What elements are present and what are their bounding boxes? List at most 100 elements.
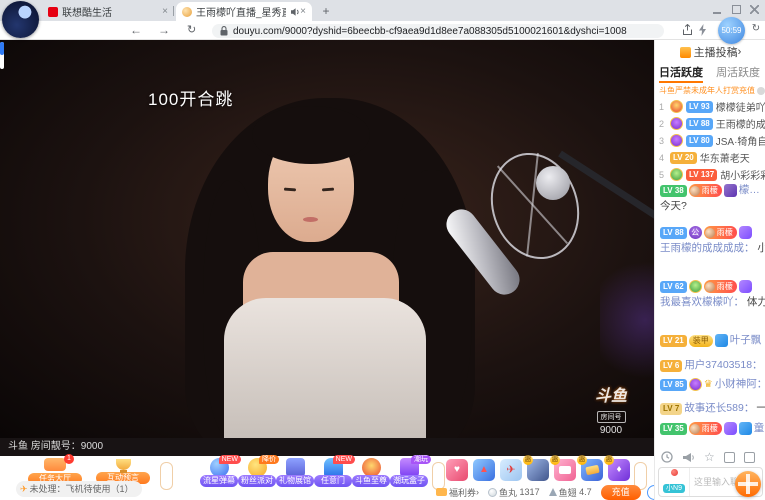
reload-icon[interactable] xyxy=(187,21,196,40)
crown-trinket-icon xyxy=(704,377,713,392)
fan-badge: 雨檬 xyxy=(704,280,737,293)
entry-meteor-danmu[interactable]: 流星弹幕 NEW xyxy=(200,458,238,487)
url-input[interactable]: douyu.com/9000?dyshid=6beecbb-cf9aea9d1d… xyxy=(212,24,664,38)
speaker-icon[interactable] xyxy=(290,7,300,17)
entry-trend-box[interactable]: 潮玩盒子 潮玩 xyxy=(390,458,428,487)
screenshot-icon[interactable] xyxy=(724,452,735,463)
new-tab-button[interactable]: + xyxy=(318,3,334,19)
rank-username[interactable]: 胡小彩彩彩 xyxy=(720,167,765,182)
yuwan-icon xyxy=(488,488,497,497)
sync-icon[interactable] xyxy=(749,22,763,36)
level-badge: LV 85 xyxy=(660,379,687,391)
maximize-icon[interactable] xyxy=(732,5,741,14)
tab-lenovo[interactable]: 联想酷生活 × xyxy=(42,2,174,21)
forward-icon[interactable] xyxy=(158,21,170,40)
noble-icon xyxy=(724,184,737,197)
douyu-watermark: 斗鱼 房间号 9000 xyxy=(578,382,644,436)
discount-corner-badge: 惠 xyxy=(523,455,533,465)
star-icon[interactable] xyxy=(704,448,715,466)
level-badge: LV 80 xyxy=(686,135,713,147)
avatar xyxy=(705,228,715,238)
entry-douyu-supreme[interactable]: 斗鱼至尊 xyxy=(352,458,390,487)
rank-username[interactable]: 王雨檬的成成 xyxy=(716,116,765,131)
rank-row[interactable]: 1 LV 93 檬檬徒弟吖 xyxy=(659,98,765,115)
horn-icon[interactable] xyxy=(682,452,695,463)
chat-username[interactable]: 用户37403518： xyxy=(684,358,762,373)
discount-corner-badge: 惠 xyxy=(550,455,560,465)
tab-close-icon[interactable]: × xyxy=(300,6,306,17)
window-close-icon[interactable] xyxy=(750,5,759,14)
gift-ticket-icon[interactable]: 惠 xyxy=(581,459,603,481)
discount-badge: 降价 xyxy=(259,455,279,464)
discount-corner-badge: 惠 xyxy=(604,455,614,465)
share-icon[interactable] xyxy=(682,24,693,36)
rank-row[interactable]: 4 LV 20 华东萧老天 xyxy=(659,149,765,166)
chat-username[interactable]: 叶子飘 xyxy=(730,333,762,348)
chat-username[interactable]: 小财神阿： xyxy=(715,377,765,392)
trophy-icon xyxy=(116,459,131,470)
pending-note[interactable]: 未处理：飞机待使用（1） xyxy=(16,481,142,497)
gift-trend-icon[interactable]: 惠 xyxy=(608,459,630,481)
level-badge: LV 20 xyxy=(670,152,697,164)
chat-message: LV 7 故事还长589： 一会儿… xyxy=(660,400,765,417)
back-icon[interactable] xyxy=(130,21,142,40)
coupon-entry[interactable]: 福利券› xyxy=(436,486,479,499)
scrollbar-handle[interactable] xyxy=(0,42,4,69)
task-badge: 1 xyxy=(64,454,74,464)
gift-envelope-icon[interactable]: 惠 xyxy=(554,459,576,481)
activity-float-icon[interactable] xyxy=(735,471,761,497)
gift-ship-icon[interactable]: 惠 xyxy=(527,459,549,481)
info-icon[interactable] xyxy=(757,87,765,95)
rank-row[interactable]: 3 LV 80 JSA·犄角自 xyxy=(659,132,765,149)
minimize-icon[interactable] xyxy=(713,11,721,14)
yuchi-icon xyxy=(549,488,557,496)
entry-gift-gallery[interactable]: 礼物展馆 xyxy=(276,458,314,487)
gift-plane-icon[interactable] xyxy=(500,459,522,481)
chat-message: LV 38 雨檬 檬… 今天? xyxy=(660,182,765,214)
level-badge: LV 93 xyxy=(686,101,713,113)
chat-username[interactable]: 故事还长589： xyxy=(684,401,754,416)
chat-username[interactable]: 童… xyxy=(754,421,765,436)
collapse-pill[interactable] xyxy=(160,462,173,490)
chat-text: 体力局? xyxy=(747,296,765,308)
recharge-button[interactable]: 充值 xyxy=(601,485,641,500)
tab-weekly-rank[interactable]: 周活跃度 xyxy=(716,64,760,80)
contribute-entry[interactable]: 主播投稿 › xyxy=(655,44,765,60)
level-badge: LV 38 xyxy=(660,185,687,197)
lightning-icon[interactable] xyxy=(698,24,707,36)
chat-text: 一会儿… xyxy=(756,401,765,416)
my-fan-badge[interactable]: 小N9 xyxy=(659,468,690,496)
rank-row[interactable]: 5 LV 137 胡小彩彩彩 xyxy=(659,166,765,183)
chat-username[interactable]: 王雨檬的成成成成： xyxy=(660,242,755,254)
level-badge: LV 21 xyxy=(660,335,687,347)
entry-fans-party[interactable]: 粉丝派对 降价 xyxy=(238,458,276,487)
chat-message: LV 88 公 雨檬 王雨檬的成成成成： 小结巴了 xyxy=(660,224,765,256)
gift-anime-icon[interactable] xyxy=(446,459,468,481)
rank-username[interactable]: 檬檬徒弟吖 xyxy=(716,99,765,114)
lenovo-favicon-icon xyxy=(48,7,58,17)
chat-text: 小结巴了 xyxy=(757,242,765,254)
room-id-bar: 斗鱼 房间靓号：9000 xyxy=(0,438,654,456)
streamer-photo xyxy=(0,40,654,438)
rank-username[interactable]: JSA·犄角自 xyxy=(716,133,765,148)
task-hall-icon xyxy=(44,458,66,471)
tab-douyu-live[interactable]: 王雨檬吖直播_星秀直播_斗… × xyxy=(176,2,312,21)
floating-avatar[interactable] xyxy=(2,1,39,38)
tab-close-icon[interactable]: × xyxy=(162,6,168,17)
rank-row[interactable]: 2 LV 88 王雨檬的成成 xyxy=(659,115,765,132)
live-video-player[interactable]: 100开合跳 斗鱼 房间号 9000 xyxy=(0,40,654,438)
chat-username[interactable]: 我最喜欢檬檬吖： xyxy=(660,296,744,308)
entry-any-door[interactable]: 任意门 NEW xyxy=(314,458,352,487)
timer-badge[interactable]: 50:59 xyxy=(718,17,745,44)
chevron-right-icon: › xyxy=(738,46,742,58)
douyu-favicon-icon xyxy=(182,7,192,17)
chat-username[interactable]: 檬… xyxy=(739,183,760,198)
tab-daily-rank[interactable]: 日活跃度 xyxy=(659,64,703,83)
medal-icon xyxy=(689,280,702,293)
rank-username[interactable]: 华东萧老天 xyxy=(700,150,750,165)
discount-corner-badge: 惠 xyxy=(577,455,587,465)
video-clip-icon[interactable] xyxy=(744,452,755,463)
gift-rocket-icon[interactable] xyxy=(473,459,495,481)
history-icon[interactable] xyxy=(661,451,673,463)
microphone-head xyxy=(536,166,570,200)
